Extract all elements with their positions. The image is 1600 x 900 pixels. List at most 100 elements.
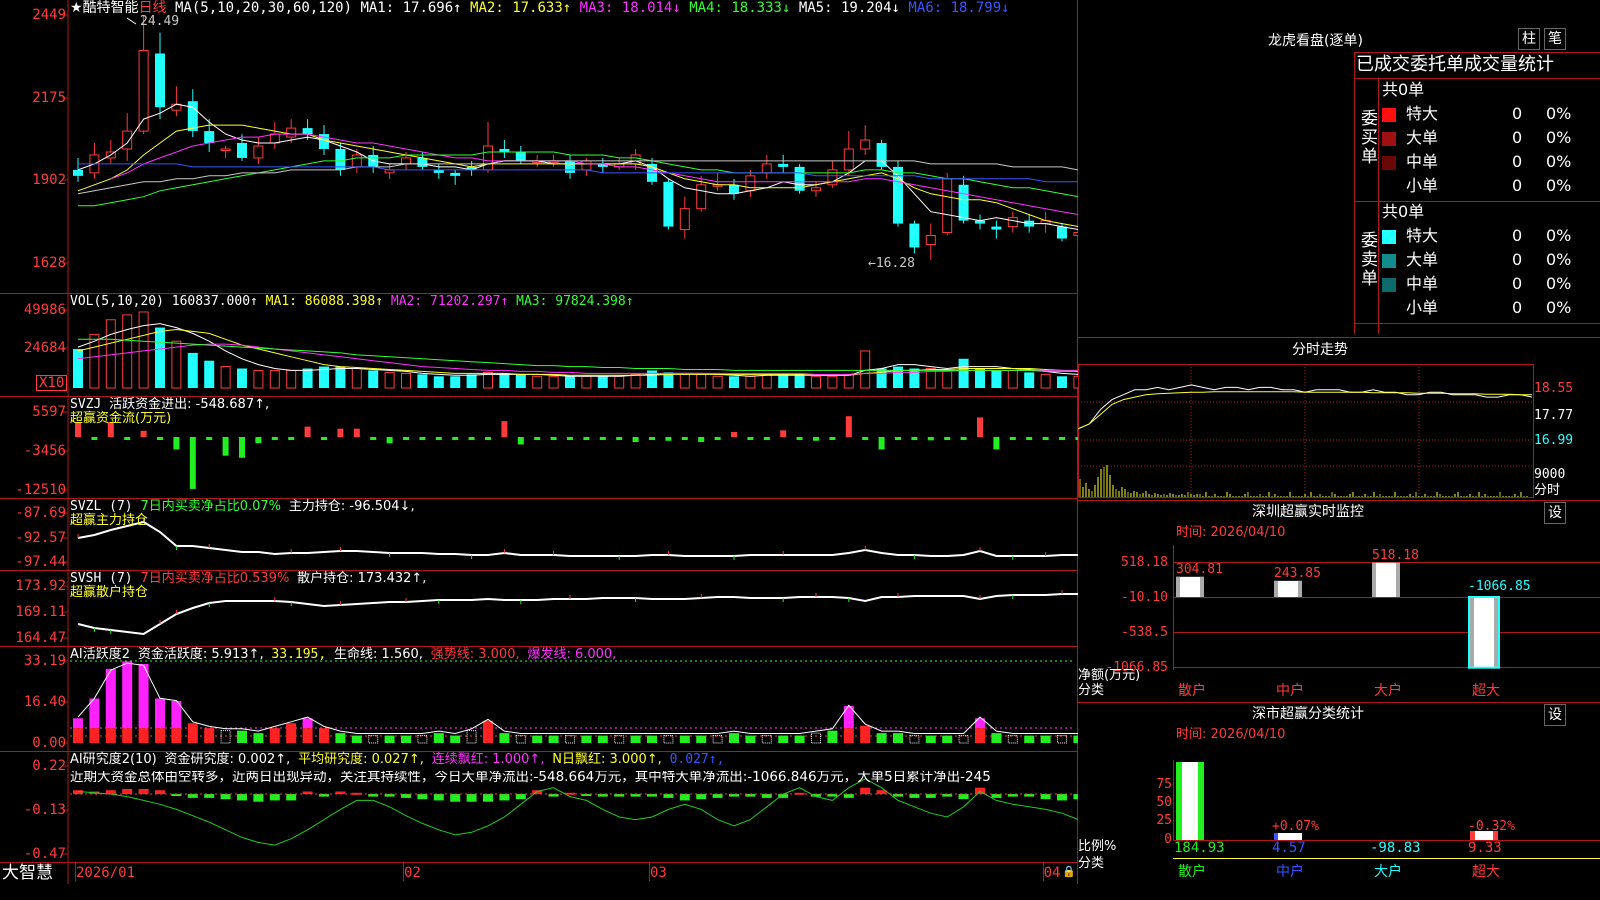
ma5-value: MA5: 19.204↓	[798, 0, 900, 16]
svzl-tick: -87.69	[15, 505, 66, 521]
candle-body	[663, 181, 674, 227]
candle-body	[401, 157, 411, 165]
volume-bar	[368, 370, 379, 388]
volume-bar	[105, 319, 116, 389]
sz-class-bar-edge	[1274, 833, 1278, 840]
svzj-bar	[255, 437, 262, 444]
sz-monitor-bar	[1470, 597, 1498, 668]
ma-line	[77, 160, 1078, 195]
volume-bar	[187, 352, 198, 388]
bar-mode-button[interactable]: 柱	[1518, 28, 1540, 50]
lock-icon[interactable]: 🔒	[1062, 866, 1076, 877]
tick-mode-button[interactable]: 笔	[1544, 28, 1566, 50]
order-size-swatch	[1382, 278, 1396, 292]
candle-body	[417, 157, 428, 167]
volume-bar	[499, 373, 510, 388]
sz-monitor-category: 超大	[1472, 683, 1500, 699]
sz-class-tick: 0	[1164, 832, 1172, 847]
ai2-bar	[187, 794, 198, 798]
candle-body	[450, 172, 461, 176]
intraday-chart[interactable]	[1078, 362, 1600, 500]
vol-tick: 24684	[23, 340, 66, 356]
volume-bar	[384, 371, 395, 389]
volume-bar	[466, 374, 477, 388]
svzj-tick: -12510	[15, 482, 66, 498]
lhb-title: 龙虎看盘(逐单)	[1268, 33, 1363, 49]
sz-monitor-tick: -538.5	[1121, 625, 1168, 640]
ai1-bar	[876, 733, 887, 743]
svzj-bar	[698, 437, 705, 442]
svsh-line	[77, 593, 1078, 636]
svzj-bar	[140, 430, 147, 437]
order-percent: 0%	[1546, 176, 1572, 195]
intraday-tick: 18.55	[1534, 381, 1574, 396]
sz-monitor-xlabel: 分类	[1078, 683, 1105, 698]
ai1-bar	[745, 735, 756, 743]
ai2-bar	[433, 794, 444, 801]
sz-monitor-tick: -10.10	[1121, 590, 1168, 605]
svzj-bar	[616, 437, 623, 440]
sz-monitor-value: -1066.85	[1468, 579, 1531, 594]
candle-body	[909, 223, 920, 248]
order-size-label: 特大	[1406, 226, 1439, 245]
candle-body	[811, 187, 821, 192]
svzj-bar	[567, 437, 573, 440]
candle-body	[843, 148, 854, 171]
ai1-bar	[466, 730, 477, 744]
volume-bar	[335, 366, 346, 388]
order-percent: 0%	[1546, 250, 1572, 269]
ai1-bar	[1057, 735, 1067, 744]
sz-monitor-value: 243.85	[1274, 566, 1321, 581]
ai1-bar	[138, 663, 149, 729]
volume-bar	[401, 372, 411, 389]
svsh-subtitle: 超赢散户持仓	[70, 585, 149, 600]
svzj-bar	[993, 437, 1000, 450]
candle-body	[565, 160, 575, 173]
order-size-label: 中单	[1406, 152, 1439, 171]
svzj-bar	[189, 437, 196, 489]
svzj-bar	[878, 437, 885, 450]
sz-monitor-bar-edge	[1200, 576, 1204, 597]
sz-class-percent: +0.07%	[1272, 819, 1319, 834]
ai1-bar	[302, 728, 313, 743]
svzj-bar	[288, 437, 295, 440]
intraday-tick: 17.77	[1534, 408, 1574, 423]
svsh-tick: 169.11	[15, 604, 66, 620]
ai2-bar	[450, 794, 461, 802]
svzj-bar	[714, 437, 721, 440]
ai2-title: AI研究度2(10) 资金研究度: 0.002↑, 平均研究度: 0.027↑,…	[70, 753, 724, 766]
sz-class-settings-button[interactable]: 设	[1544, 704, 1566, 726]
svzj-bar	[517, 437, 524, 445]
sz-monitor-settings-button[interactable]: 设	[1544, 502, 1566, 524]
svzj-bar	[468, 437, 475, 440]
order-count: 0	[1512, 250, 1523, 269]
sz-class-xlabel: 分类	[1078, 856, 1105, 871]
volume-bar	[565, 376, 575, 388]
intraday-volume	[1079, 465, 1528, 497]
sz-class-bar-edge	[1176, 762, 1182, 840]
candle-body	[729, 184, 739, 194]
ai1-bar	[155, 698, 165, 729]
volume-bar	[614, 375, 625, 389]
order-size-label: 中单	[1406, 274, 1439, 293]
svzj-bar	[927, 437, 934, 441]
app-name[interactable]: 大智慧	[2, 865, 53, 882]
ai1-bar	[679, 735, 690, 743]
sz-class-category: 大户	[1374, 864, 1402, 880]
ai2-bar	[237, 794, 247, 801]
sz-class-title: 深市超赢分类统计	[1252, 706, 1364, 722]
sz-class-value: 184.93	[1174, 840, 1225, 856]
sz-monitor-bar	[1274, 580, 1302, 597]
sz-class-bar-edge	[1198, 762, 1204, 840]
ai1-bar	[647, 735, 657, 743]
ma-line	[78, 151, 1078, 207]
volume-bar	[302, 368, 313, 388]
ai1-title: AI活跃度2 资金活跃度: 5.913↑, 33.195, 生命线: 1.560…	[70, 648, 616, 661]
ai1-bar	[778, 735, 789, 743]
stock-name[interactable]: 酷特智能	[83, 0, 139, 16]
ai2-b: 平均研究度: 0.027↑,	[298, 752, 424, 767]
svzj-bar	[977, 417, 983, 437]
ai1-bar	[696, 735, 707, 743]
ai2-bar	[253, 794, 264, 802]
volume-bar	[237, 368, 247, 388]
